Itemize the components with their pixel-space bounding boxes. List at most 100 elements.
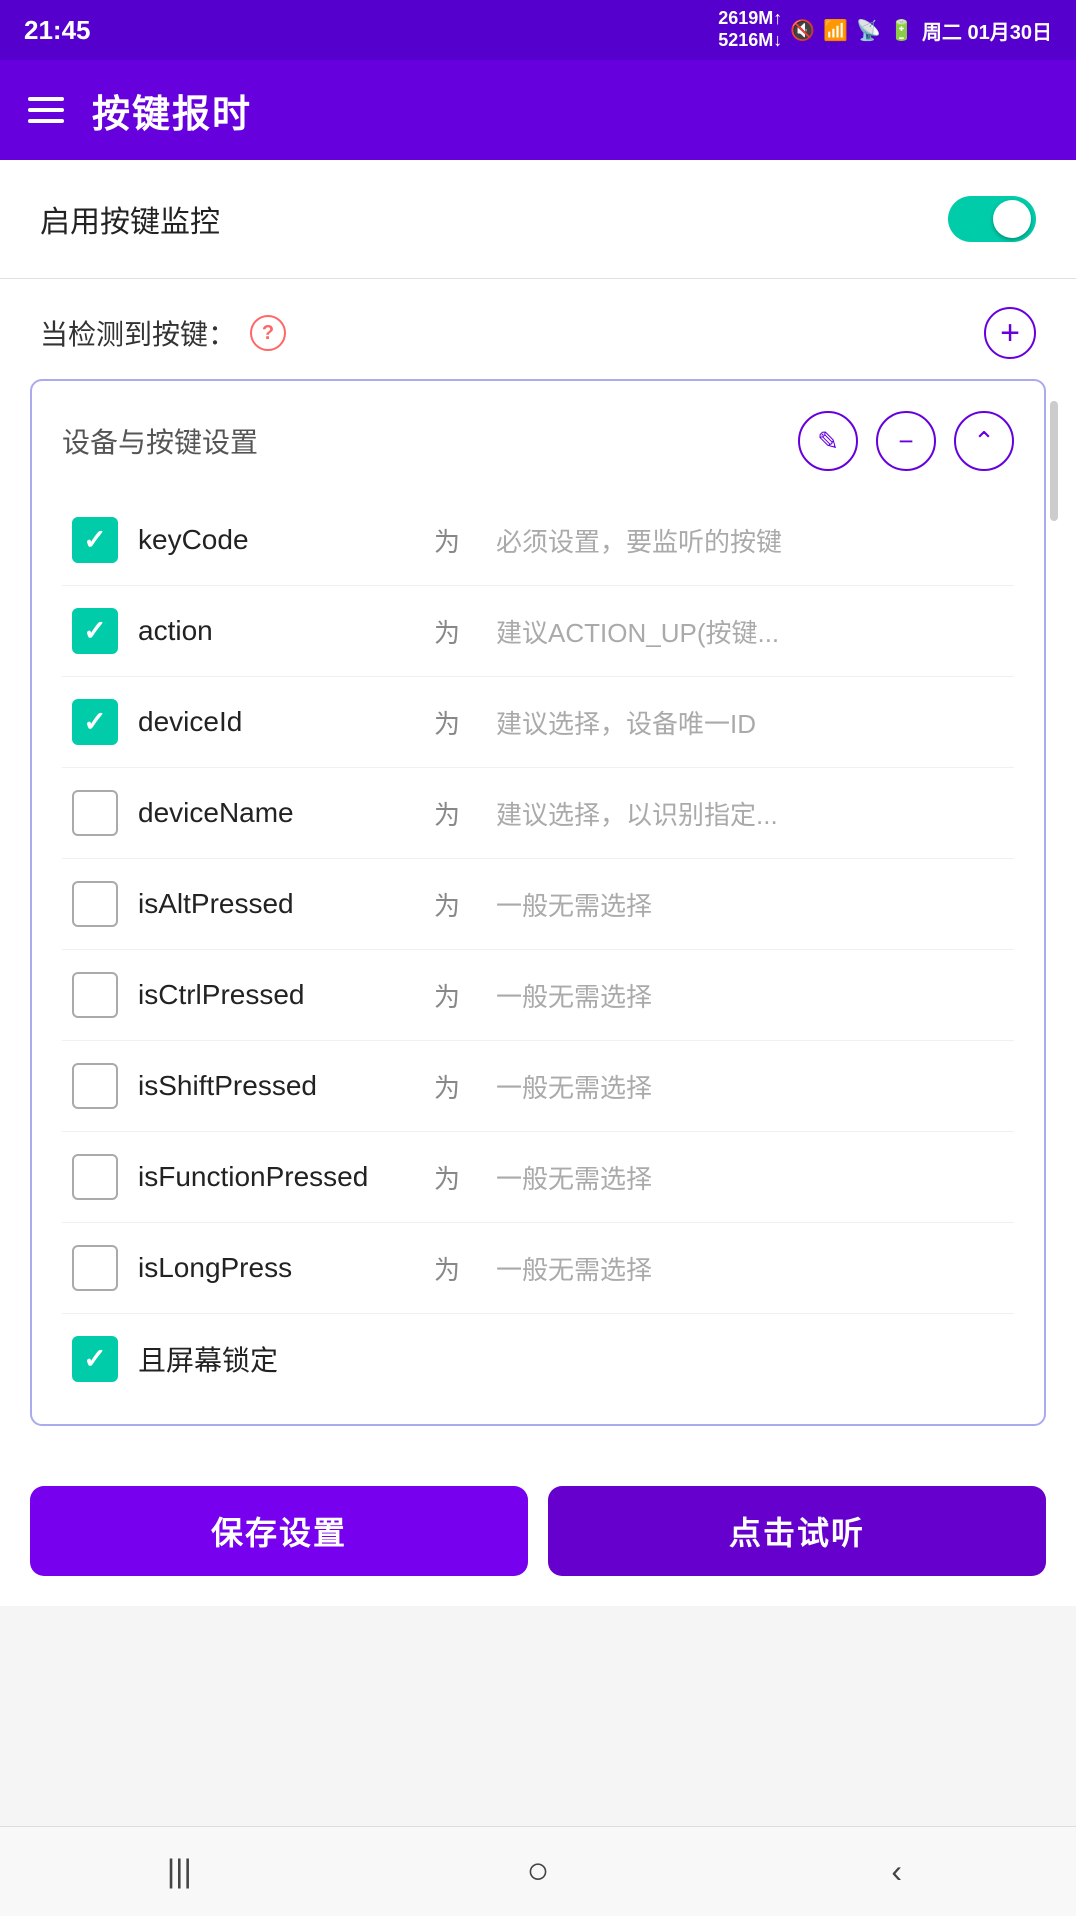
item-value-deviceId: 建议选择，设备唯一ID [496, 704, 1004, 741]
item-for-deviceId: 为 [434, 704, 460, 741]
device-key-card: 设备与按键设置 ✎ − ⌃ ✓keyCode为必须设置，要监听的按键✓actio… [30, 379, 1046, 1426]
menu-line-3 [28, 119, 64, 123]
toggle-thumb [993, 200, 1031, 238]
bottom-spacer [0, 1606, 1076, 1696]
checkbox-item-keyCode[interactable]: ✓ keyCode 为必须设置，要监听的按键 [62, 495, 1014, 586]
wifi-icon: 📶 [823, 18, 848, 43]
menu-button[interactable] [28, 97, 64, 123]
item-value-isShiftPressed: 一般无需选择 [496, 1068, 1004, 1105]
item-value-action: 建议ACTION_UP(按键... [496, 613, 1004, 650]
edit-button[interactable]: ✎ [798, 411, 858, 471]
checkbox-deviceId[interactable]: ✓ [72, 699, 118, 745]
checkbox-isLongPress[interactable] [72, 1245, 118, 1291]
item-for-keyCode: 为 [434, 522, 460, 559]
menu-line-2 [28, 108, 64, 112]
main-content: 启用按键监控 当检测到按键： ? + 设备与按键设置 ✎ − [0, 160, 1076, 1606]
mute-icon: 🔇 [790, 18, 815, 43]
checkbox-item-screenLock[interactable]: ✓ 且屏幕锁定 [62, 1314, 1014, 1404]
checkbox-screenLock[interactable]: ✓ [72, 1336, 118, 1382]
status-time: 21:45 [24, 15, 91, 46]
status-bar: 21:45 2619M↑5216M↓ 🔇 📶 📡 🔋 周二 01月30日 [0, 0, 1076, 60]
checkmark-screenLock: ✓ [83, 1345, 106, 1373]
card-header: 设备与按键设置 ✎ − ⌃ [62, 411, 1014, 471]
help-button[interactable]: ? [250, 315, 286, 351]
checkbox-isShiftPressed[interactable] [72, 1063, 118, 1109]
chevron-up-icon: ⌃ [973, 426, 995, 457]
item-for-isShiftPressed: 为 [434, 1068, 460, 1105]
app-bar: 按键报时 [0, 60, 1076, 160]
section-title-text: 当检测到按键： [40, 313, 236, 353]
item-value-isFunctionPressed: 一般无需选择 [496, 1159, 1004, 1196]
checkbox-item-action[interactable]: ✓ action 为建议ACTION_UP(按键... [62, 586, 1014, 677]
signal-icon: 📡 [856, 18, 881, 43]
checkbox-list: ✓keyCode为必须设置，要监听的按键✓action为建议ACTION_UP(… [62, 495, 1014, 1404]
checkbox-item-deviceId[interactable]: ✓ deviceId 为建议选择，设备唯一ID [62, 677, 1014, 768]
move-up-button[interactable]: ⌃ [954, 411, 1014, 471]
section-header: 当检测到按键： ? + [0, 279, 1076, 379]
nav-home[interactable]: ○ [359, 1827, 718, 1916]
item-value-deviceName: 建议选择，以识别指定... [496, 795, 1004, 832]
toggle-row: 启用按键监控 [0, 160, 1076, 279]
edit-icon: ✎ [817, 426, 839, 457]
item-for-isCtrlPressed: 为 [434, 977, 460, 1014]
checkbox-item-deviceName[interactable]: deviceName 为建议选择，以识别指定... [62, 768, 1014, 859]
item-name-screenLock: 且屏幕锁定 [138, 1339, 398, 1379]
item-name-isShiftPressed: isShiftPressed [138, 1070, 398, 1102]
checkbox-isFunctionPressed[interactable] [72, 1154, 118, 1200]
checkmark-keyCode: ✓ [83, 526, 106, 554]
item-for-action: 为 [434, 613, 460, 650]
app-title: 按键报时 [92, 83, 252, 138]
checkbox-isCtrlPressed[interactable] [72, 972, 118, 1018]
menu-line-1 [28, 97, 64, 101]
checkbox-item-isCtrlPressed[interactable]: isCtrlPressed 为一般无需选择 [62, 950, 1014, 1041]
battery-icon: 🔋 [889, 18, 914, 43]
checkmark-action: ✓ [83, 617, 106, 645]
checkbox-item-isShiftPressed[interactable]: isShiftPressed 为一般无需选择 [62, 1041, 1014, 1132]
button-row: 保存设置 点击试听 [0, 1456, 1076, 1606]
item-for-deviceName: 为 [434, 795, 460, 832]
checkbox-isAltPressed[interactable] [72, 881, 118, 927]
test-button[interactable]: 点击试听 [548, 1486, 1046, 1576]
item-name-keyCode: keyCode [138, 524, 398, 556]
item-for-isAltPressed: 为 [434, 886, 460, 923]
checkbox-keyCode[interactable]: ✓ [72, 517, 118, 563]
item-name-isLongPress: isLongPress [138, 1252, 398, 1284]
date-display: 周二 01月30日 [922, 16, 1052, 45]
card-title: 设备与按键设置 [62, 421, 258, 461]
item-name-isAltPressed: isAltPressed [138, 888, 398, 920]
status-right: 2619M↑5216M↓ 🔇 📶 📡 🔋 周二 01月30日 [718, 8, 1052, 51]
save-button[interactable]: 保存设置 [30, 1486, 528, 1576]
item-name-action: action [138, 615, 398, 647]
item-name-deviceId: deviceId [138, 706, 398, 738]
minus-icon: − [898, 426, 913, 457]
enable-toggle[interactable] [948, 196, 1036, 242]
item-value-isCtrlPressed: 一般无需选择 [496, 977, 1004, 1014]
network-stats: 2619M↑5216M↓ [718, 8, 782, 51]
nav-recent[interactable]: ||| [0, 1827, 359, 1916]
checkmark-deviceId: ✓ [83, 708, 106, 736]
checkbox-action[interactable]: ✓ [72, 608, 118, 654]
item-value-keyCode: 必须设置，要监听的按键 [496, 522, 1004, 559]
checkbox-item-isFunctionPressed[interactable]: isFunctionPressed 为一般无需选择 [62, 1132, 1014, 1223]
checkbox-deviceName[interactable] [72, 790, 118, 836]
add-button[interactable]: + [984, 307, 1036, 359]
item-value-isLongPress: 一般无需选择 [496, 1250, 1004, 1287]
back-icon: ‹ [891, 1853, 902, 1890]
item-name-deviceName: deviceName [138, 797, 398, 829]
checkbox-item-isLongPress[interactable]: isLongPress 为一般无需选择 [62, 1223, 1014, 1314]
card-actions: ✎ − ⌃ [798, 411, 1014, 471]
help-icon-symbol: ? [262, 322, 274, 345]
item-for-isFunctionPressed: 为 [434, 1159, 460, 1196]
item-value-isAltPressed: 一般无需选择 [496, 886, 1004, 923]
scrollbar [1050, 401, 1058, 521]
section-title-row: 当检测到按键： ? [40, 313, 286, 353]
nav-back[interactable]: ‹ [717, 1827, 1076, 1916]
home-icon: ○ [527, 1850, 550, 1893]
item-name-isCtrlPressed: isCtrlPressed [138, 979, 398, 1011]
checkbox-item-isAltPressed[interactable]: isAltPressed 为一般无需选择 [62, 859, 1014, 950]
add-icon-symbol: + [1000, 314, 1020, 353]
item-for-isLongPress: 为 [434, 1250, 460, 1287]
remove-button[interactable]: − [876, 411, 936, 471]
bottom-nav: ||| ○ ‹ [0, 1826, 1076, 1916]
item-name-isFunctionPressed: isFunctionPressed [138, 1161, 398, 1193]
